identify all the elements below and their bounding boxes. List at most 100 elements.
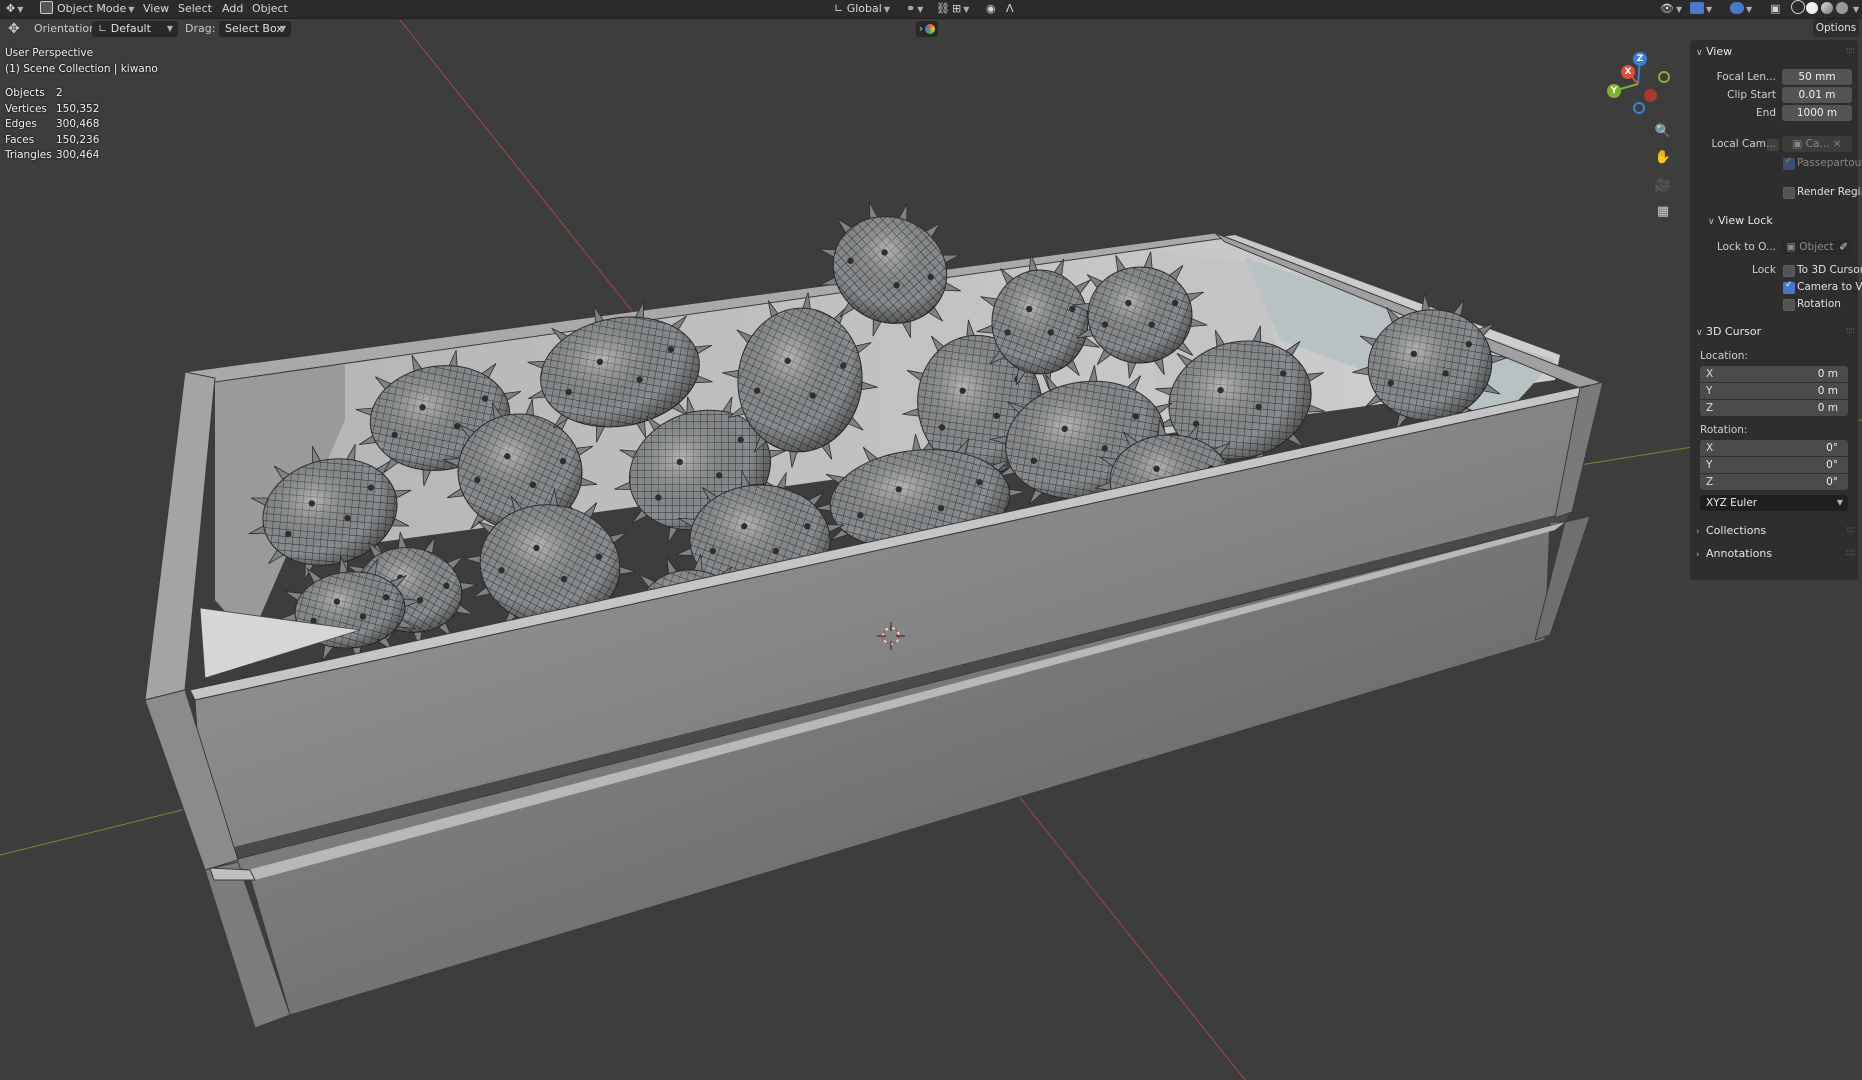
stat-row: Vertices 150,352 — [5, 102, 100, 115]
local-camera-label: Local Cam... — [1711, 138, 1776, 150]
gizmo-z-axis[interactable]: Z — [1633, 52, 1647, 66]
perspective-label: User Perspective — [5, 47, 94, 59]
menu-select[interactable]: Select — [178, 0, 212, 18]
solid-shading-icon[interactable] — [1806, 0, 1818, 18]
cursor-location-z[interactable]: Z0 m — [1700, 400, 1848, 416]
lock-to-3d-cursor-checkbox[interactable] — [1783, 265, 1795, 277]
pivot-point-icon[interactable]: ⚭ ▼ — [906, 0, 923, 18]
cursor-rotation-y[interactable]: Y 0° — [1700, 457, 1848, 473]
material-shading-icon[interactable] — [1821, 0, 1833, 18]
y-axis-line-left — [0, 807, 191, 856]
view-section-header[interactable]: ∨ View — [1696, 44, 1732, 60]
annotations-section-header[interactable]: › Annotations — [1696, 546, 1772, 562]
location-label: Location: — [1700, 350, 1748, 362]
lock-to-object-field[interactable]: ▣ Object ✐ — [1782, 239, 1852, 255]
viewport-header: ✥ ▼ Object Mode ▼ View Select Add Object ∟… — [0, 0, 1862, 19]
chevron-down-icon: ∨ — [1696, 328, 1703, 338]
ortho-grid-icon[interactable]: ▦ — [1652, 201, 1674, 223]
menu-object[interactable]: Object — [252, 0, 288, 18]
sidebar-n-panel: ∨ View :::: Focal Len... 50 mm Clip Start… — [1690, 40, 1862, 580]
transform-tool-icon[interactable]: ✥ — [8, 21, 20, 37]
chevron-right-icon: › — [1696, 550, 1700, 560]
falloff-icon[interactable]: Λ — [1006, 0, 1014, 18]
xray-toggle-icon[interactable]: ▣ — [1770, 0, 1780, 18]
passepartout-checkbox[interactable] — [1783, 156, 1795, 170]
gizmo-neg-y[interactable] — [1658, 71, 1670, 83]
rotation-label: Rotation: — [1700, 424, 1748, 436]
chevron-right-icon: › — [918, 22, 924, 35]
chevron-down-icon: ∨ — [1708, 217, 1715, 227]
rendered-shading-icon[interactable] — [1836, 0, 1848, 18]
drag-handle-icon[interactable]: :::: — [1846, 548, 1855, 558]
camera-icon: ▣ — [1792, 138, 1803, 150]
options-button[interactable]: Options — [1813, 19, 1859, 37]
eyedropper-icon[interactable]: ✐ — [1839, 239, 1848, 255]
tool-settings-bar: ✥ Orientation: ∟ Default ▼ Drag: Select B… — [0, 19, 1862, 39]
lock-to-3d-cursor-label: To 3D Cursor — [1797, 264, 1862, 276]
clip-start-label: Clip Start — [1727, 89, 1776, 101]
camera-view-icon[interactable]: 🎥 — [1652, 175, 1674, 197]
menu-view[interactable]: View — [143, 0, 169, 18]
hand-pan-icon[interactable]: ✋ — [1652, 147, 1674, 169]
render-region-checkbox[interactable] — [1783, 187, 1795, 199]
zoom-icon[interactable]: 🔍 — [1652, 121, 1674, 143]
editor-type-button[interactable]: ✥ ▼ — [6, 0, 23, 18]
lock-rotation-checkbox[interactable] — [1783, 299, 1795, 311]
transform-orientation-dropdown[interactable]: ∟ Global ▼ — [834, 0, 890, 18]
local-camera-field[interactable]: ▣ Ca... × — [1782, 136, 1852, 152]
visibility-icon[interactable]: 👁 ▼ — [1660, 0, 1682, 18]
viewport-scene — [0, 19, 1862, 1080]
gizmo-x-axis[interactable]: X — [1621, 65, 1635, 79]
snap-target-icon[interactable]: ⊞ ▼ — [952, 0, 969, 18]
gizmo-neg-x[interactable] — [1644, 89, 1657, 102]
asset-shelf-toggle[interactable]: › — [916, 21, 938, 37]
stat-row: Faces 150,236 — [5, 133, 100, 146]
local-camera-checkbox[interactable] — [1767, 139, 1779, 151]
cursor-location-x[interactable]: X0 m — [1700, 366, 1848, 382]
shading-options-icon[interactable]: ▼ — [1851, 0, 1859, 18]
gizmo-toggle-icon[interactable]: ▼ — [1690, 0, 1712, 18]
proportional-edit-icon[interactable]: ◉ — [986, 0, 996, 18]
orientation-label: Orientation: — [34, 22, 100, 35]
drag-label: Drag: — [185, 22, 216, 35]
drag-handle-icon[interactable]: :::: — [1846, 525, 1855, 535]
orientation-axes-icon: ∟ — [834, 2, 844, 15]
cursor-rotation-z[interactable]: Z 0° — [1700, 474, 1848, 490]
mode-selector[interactable]: Object Mode ▼ — [36, 0, 138, 18]
focal-length-field[interactable]: 50 mm — [1782, 69, 1852, 85]
render-region-label: Render Regi... — [1797, 186, 1862, 198]
view-lock-section-header[interactable]: ∨ View Lock — [1708, 213, 1773, 229]
cursor-rotation-x[interactable]: X 0° — [1700, 440, 1848, 456]
scene-statistics: Objects 2 Vertices 150,352 Edges 300,468 Fa… — [5, 87, 115, 165]
3d-viewport[interactable] — [0, 0, 1862, 1080]
snap-icon[interactable]: ⛓ — [936, 0, 950, 18]
object-mode-icon — [40, 1, 53, 14]
menu-add[interactable]: Add — [222, 0, 243, 18]
lock-camera-to-view-checkbox[interactable] — [1783, 280, 1795, 294]
orientation-dropdown[interactable]: ∟ Default ▼ — [92, 21, 178, 37]
chevron-right-icon: › — [1696, 527, 1700, 537]
collections-section-header[interactable]: › Collections — [1696, 523, 1766, 539]
chevron-down-icon: ∨ — [1696, 48, 1703, 58]
wireframe-shading-icon[interactable] — [1791, 0, 1805, 18]
drag-handle-icon[interactable]: :::: — [1846, 46, 1855, 56]
3d-cursor-section-header[interactable]: ∨ 3D Cursor — [1696, 324, 1761, 340]
focal-length-label: Focal Len... — [1716, 71, 1776, 83]
stat-row: Edges 300,468 — [5, 118, 100, 130]
cursor-location-y[interactable]: Y0 m — [1700, 383, 1848, 399]
gizmo-neg-z[interactable] — [1633, 102, 1645, 114]
clip-end-field[interactable]: 1000 m — [1782, 105, 1852, 121]
lock-rotation-label: Rotation — [1797, 298, 1841, 310]
clip-start-field[interactable]: 0.01 m — [1782, 87, 1852, 103]
material-preview-icon — [925, 24, 936, 34]
lock-to-object-label: Lock to O... — [1716, 241, 1776, 253]
drag-dropdown[interactable]: Select Box ▼ — [219, 21, 291, 37]
orientation-icon: ∟ — [98, 22, 108, 35]
rotation-mode-select[interactable]: XYZ Euler ▼ — [1700, 495, 1848, 511]
close-icon[interactable]: × — [1833, 138, 1842, 150]
gizmo-y-axis[interactable]: Y — [1607, 84, 1621, 98]
drag-handle-icon[interactable]: :::: — [1846, 326, 1855, 336]
overlay-toggle-icon[interactable]: ▼ — [1730, 0, 1752, 18]
passepartout-label: Passepartout — [1797, 157, 1862, 169]
object-icon: ▣ — [1786, 241, 1796, 253]
